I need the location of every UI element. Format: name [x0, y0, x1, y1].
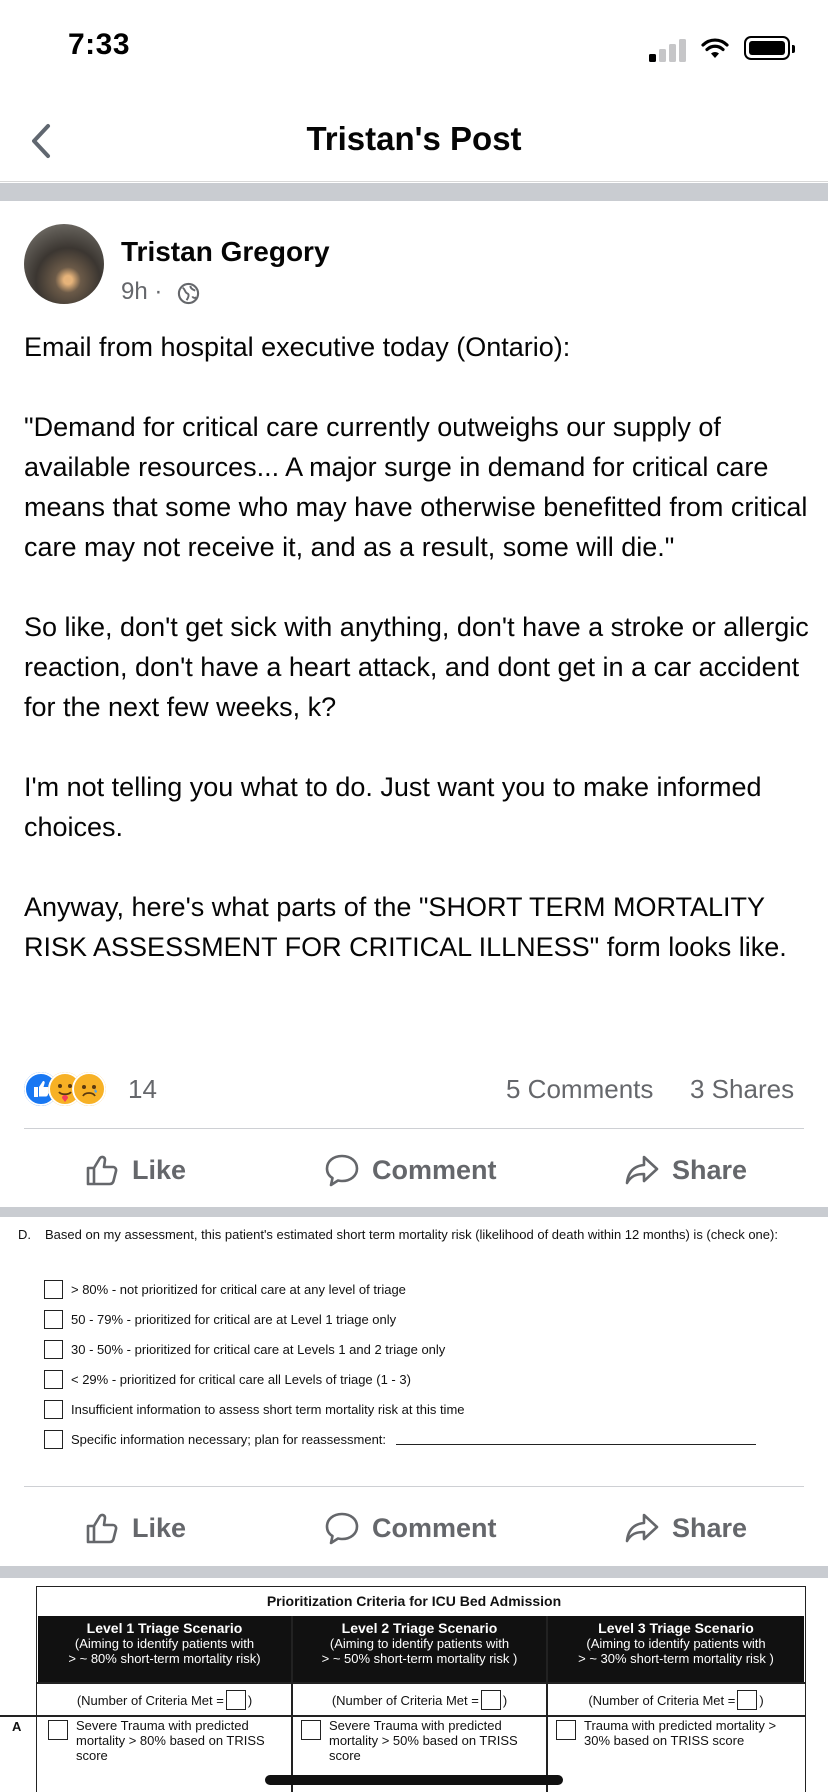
post-timestamp[interactable]: 9h · [121, 278, 162, 306]
thumbs-up-icon [86, 1513, 118, 1544]
author-name[interactable]: Tristan Gregory [121, 236, 330, 268]
checkbox-icon [44, 1429, 63, 1449]
post-paragraph: Anyway, here's what parts of the "SHORT … [24, 892, 787, 962]
sad-icon [72, 1072, 106, 1106]
post-actions: Like Comment Share [0, 1135, 828, 1205]
like-label: Like [132, 1512, 187, 1543]
post-paragraph: So like, don't get sick with anything, d… [24, 612, 809, 722]
form-option: Specific information necessary; plan for… [44, 1427, 757, 1451]
comment-icon [325, 1512, 359, 1545]
home-indicator[interactable] [265, 1775, 563, 1785]
form-question: Based on my assessment, this patient's e… [45, 1227, 778, 1242]
comment-label: Comment [372, 1154, 497, 1185]
criteria-cell: Trauma with predicted mortality > 30% ba… [556, 1718, 796, 1778]
form-section-label: D. [18, 1227, 31, 1242]
checkbox-icon [44, 1369, 63, 1389]
form-option: > 80% - not prioritized for critical car… [44, 1277, 406, 1301]
image-actions: Like Comment Share [0, 1493, 828, 1563]
comment-icon [325, 1154, 359, 1187]
level-3-header: Level 3 Triage Scenario (Aiming to ident… [548, 1616, 804, 1682]
form-option: < 29% - prioritized for critical care al… [44, 1367, 411, 1391]
section-divider [0, 1207, 828, 1217]
like-button[interactable]: Like [84, 1135, 186, 1205]
section-divider [0, 183, 828, 201]
comments-count[interactable]: 5 Comments [506, 1074, 653, 1105]
table-rule [0, 1715, 806, 1717]
status-bar: 7:33 [0, 0, 828, 100]
cellular-signal-icon [649, 38, 689, 62]
battery-icon [744, 36, 795, 60]
reaction-count: 14 [128, 1074, 157, 1104]
row-label: A [12, 1719, 22, 1734]
wifi-icon [701, 38, 729, 58]
criteria-count: (Number of Criteria Met =) [293, 1686, 546, 1714]
share-button[interactable]: Share [624, 1135, 747, 1205]
table-rule [291, 1616, 293, 1792]
like-label: Like [132, 1154, 187, 1185]
post-paragraph: Email from hospital executive today (Ont… [24, 332, 571, 362]
shares-count[interactable]: 3 Shares [690, 1074, 794, 1105]
table-title: Prioritization Criteria for ICU Bed Admi… [266, 1593, 562, 1609]
status-time: 7:33 [68, 28, 131, 61]
table-rule [36, 1682, 806, 1684]
post-text: Email from hospital executive today (Ont… [24, 327, 814, 967]
thumbs-up-icon [86, 1155, 118, 1186]
like-button[interactable]: Like [84, 1493, 186, 1563]
form-option: 50 - 79% - prioritized for critical are … [44, 1307, 396, 1331]
post-paragraph: I'm not telling you what to do. Just wan… [24, 772, 762, 842]
share-button[interactable]: Share [624, 1493, 747, 1563]
globe-icon [177, 282, 200, 305]
share-label: Share [672, 1154, 748, 1185]
comment-label: Comment [372, 1512, 497, 1543]
form-image-mortality-risk[interactable]: D. Based on my assessment, this patient'… [0, 1217, 828, 1485]
section-divider [0, 1566, 828, 1578]
divider [24, 1486, 804, 1487]
criteria-count: (Number of Criteria Met =) [38, 1686, 291, 1714]
page-title: Tristan's Post [306, 120, 522, 157]
checkbox-icon [44, 1309, 63, 1329]
criteria-cell: Severe Trauma with predicted mortality >… [48, 1718, 288, 1778]
share-icon [625, 1513, 659, 1543]
table-rule [546, 1616, 548, 1792]
level-1-header: Level 1 Triage Scenario (Aiming to ident… [38, 1616, 291, 1682]
share-icon [625, 1155, 659, 1185]
checkbox-icon [44, 1399, 63, 1419]
checkbox-icon [44, 1279, 63, 1299]
form-image-icu-criteria[interactable]: Prioritization Criteria for ICU Bed Admi… [0, 1578, 828, 1792]
share-label: Share [672, 1512, 748, 1543]
nav-bar: Tristan's Post [0, 100, 828, 182]
level-2-header: Level 2 Triage Scenario (Aiming to ident… [293, 1616, 546, 1682]
divider [24, 1128, 804, 1129]
criteria-cell: Severe Trauma with predicted mortality >… [301, 1718, 541, 1778]
comment-button[interactable]: Comment [324, 1135, 497, 1205]
avatar[interactable] [24, 224, 104, 304]
form-option: Insufficient information to assess short… [44, 1397, 465, 1421]
post-paragraph: "Demand for critical care currently outw… [24, 412, 808, 562]
form-option: 30 - 50% - prioritized for critical care… [44, 1337, 445, 1361]
criteria-count: (Number of Criteria Met =) [548, 1686, 804, 1714]
checkbox-icon [44, 1339, 63, 1359]
comment-button[interactable]: Comment [324, 1493, 497, 1563]
